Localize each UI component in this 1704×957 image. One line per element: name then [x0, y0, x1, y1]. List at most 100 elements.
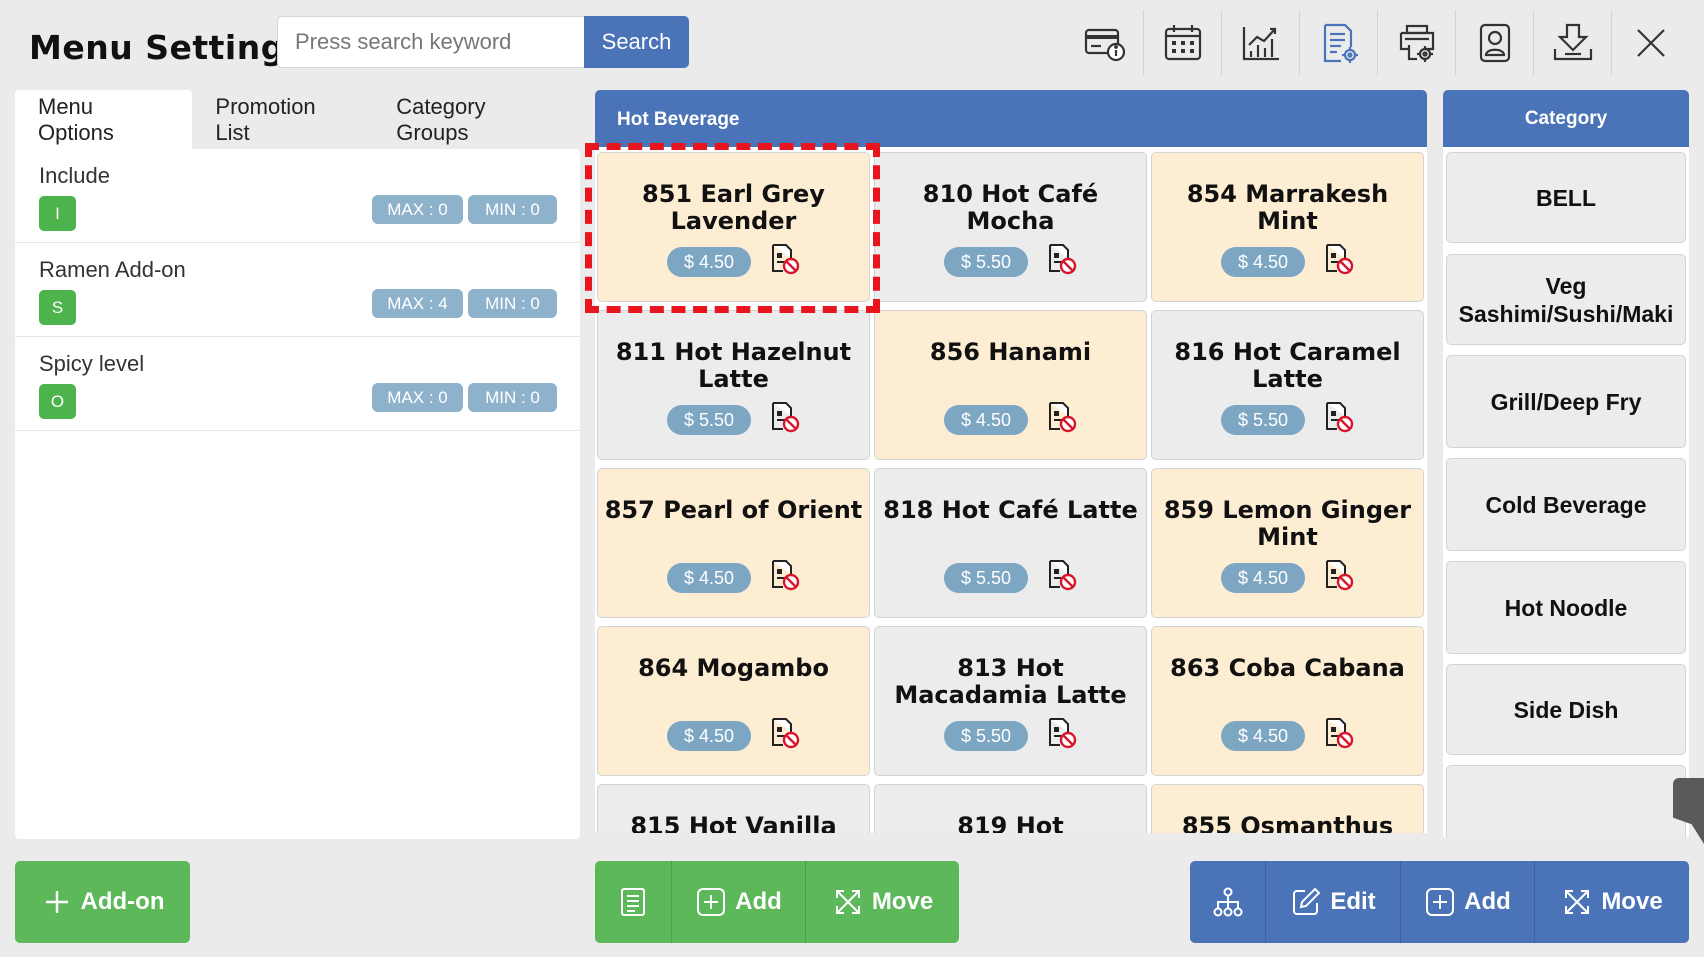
menu-item-name: 815 Hot Vanilla [630, 812, 837, 834]
category-header: Category [1443, 90, 1689, 147]
profile-icon[interactable] [1456, 10, 1534, 76]
no-image-document-icon[interactable] [1323, 559, 1355, 591]
menu-category-header: Hot Beverage [595, 90, 1427, 147]
category-item-bell[interactable]: BELL [1446, 152, 1686, 243]
menu-item-card[interactable]: 816 Hot Caramel Latte $ 5.50 [1151, 310, 1424, 460]
category-action-group: Edit Add Move [1190, 861, 1689, 943]
price-badge: $ 4.50 [1221, 247, 1305, 277]
no-image-document-icon[interactable] [1046, 401, 1078, 433]
no-image-document-icon[interactable] [769, 717, 801, 749]
min-badge: MIN : 0 [468, 289, 557, 318]
menu-item-card[interactable]: 818 Hot Café Latte $ 5.50 [874, 468, 1147, 618]
min-badge: MIN : 0 [468, 383, 557, 412]
menu-add-label: Add [735, 888, 782, 915]
menu-item-name: 863 Coba Cabana [1170, 654, 1405, 682]
price-badge: $ 5.50 [667, 405, 751, 435]
no-image-document-icon[interactable] [769, 401, 801, 433]
menu-item-card[interactable]: 811 Hot Hazelnut Latte $ 5.50 [597, 310, 870, 460]
toolbar [1066, 10, 1690, 76]
price-badge: $ 5.50 [944, 721, 1028, 751]
menu-item-name: 810 Hot Café Mocha [922, 180, 1099, 235]
menu-item-card[interactable]: 863 Coba Cabana $ 4.50 [1151, 626, 1424, 776]
category-item-grill[interactable]: Grill/Deep Fry [1446, 355, 1686, 448]
add-box-icon [1426, 888, 1455, 916]
no-image-document-icon[interactable] [769, 559, 801, 591]
menu-options-panel: Include I MAX : 0 MIN : 0 Ramen Add-on S… [15, 149, 580, 839]
option-label: Spicy level [39, 351, 145, 376]
edit-icon [1293, 887, 1321, 915]
tab-category-groups[interactable]: Category Groups [373, 90, 580, 149]
category-add-button[interactable]: Add [1401, 861, 1535, 943]
tab-promotion-list[interactable]: Promotion List [192, 90, 373, 149]
menu-item-card[interactable]: 854 Marrakesh Mint $ 4.50 [1151, 152, 1424, 302]
menu-action-group: Add Move [595, 861, 959, 943]
menu-item-name: 816 Hot Caramel Latte [1174, 338, 1401, 393]
menu-add-button[interactable]: Add [672, 861, 806, 943]
no-image-document-icon[interactable] [1323, 717, 1355, 749]
no-image-document-icon[interactable] [1323, 401, 1355, 433]
menu-move-button[interactable]: Move [806, 861, 959, 943]
category-item-cold-beverage[interactable]: Cold Beverage [1446, 458, 1686, 551]
category-move-label: Move [1601, 888, 1663, 915]
search-bar: Search [277, 16, 689, 68]
close-icon[interactable] [1612, 10, 1690, 76]
hierarchy-button[interactable] [1190, 861, 1266, 943]
no-image-document-icon[interactable] [1046, 559, 1078, 591]
card-info-icon[interactable] [1066, 10, 1144, 76]
menu-item-card[interactable]: 815 Hot Vanilla [597, 784, 870, 833]
menu-item-card[interactable]: 810 Hot Café Mocha $ 5.50 [874, 152, 1147, 302]
menu-item-name: 857 Pearl of Orient [604, 496, 863, 524]
search-input[interactable] [277, 16, 584, 68]
menu-item-card[interactable]: 864 Mogambo $ 4.50 [597, 626, 870, 776]
category-edit-button[interactable]: Edit [1266, 861, 1401, 943]
menu-item-card[interactable]: 851 Earl Grey Lavender $ 4.50 [597, 152, 870, 302]
menu-item-name: 811 Hot Hazelnut Latte [615, 338, 852, 393]
plus-icon [45, 891, 68, 913]
menu-item-card[interactable]: 813 Hot Macadamia Latte $ 5.50 [874, 626, 1147, 776]
calendar-icon[interactable] [1144, 10, 1222, 76]
min-badge: MIN : 0 [468, 195, 557, 224]
menu-item-name: 864 Mogambo [638, 654, 829, 682]
menu-item-card[interactable]: 857 Pearl of Orient $ 4.50 [597, 468, 870, 618]
option-row-include[interactable]: Include I MAX : 0 MIN : 0 [15, 149, 580, 243]
option-row-spicy-level[interactable]: Spicy level O MAX : 0 MIN : 0 [15, 337, 580, 431]
menu-item-grid: 851 Earl Grey Lavender $ 4.50 810 Hot Café… [595, 147, 1427, 833]
menu-item-name: 818 Hot Café Latte [883, 496, 1138, 524]
no-image-document-icon[interactable] [1046, 717, 1078, 749]
tab-menu-options[interactable]: Menu Options [15, 90, 193, 149]
no-image-document-icon[interactable] [769, 243, 801, 275]
menu-item-card[interactable]: 855 Osmanthus [1151, 784, 1424, 833]
category-item-veg-sashimi[interactable]: Veg Sashimi/Sushi/Maki [1446, 254, 1686, 345]
option-label: Include [39, 163, 110, 188]
add-on-label: Add-on [80, 888, 165, 915]
menu-item-name: 851 Earl Grey Lavender [642, 180, 825, 235]
category-item-partial[interactable] [1446, 765, 1686, 837]
printer-settings-icon[interactable] [1378, 10, 1456, 76]
search-button[interactable]: Search [584, 16, 689, 68]
category-move-button[interactable]: Move [1535, 861, 1689, 943]
document-settings-icon[interactable] [1300, 10, 1378, 76]
menu-item-name: 813 Hot Macadamia Latte [894, 654, 1127, 709]
move-icon [1565, 890, 1590, 914]
menu-item-card[interactable]: 819 Hot [874, 784, 1147, 833]
option-row-ramen-add-on[interactable]: Ramen Add-on S MAX : 4 MIN : 0 [15, 243, 580, 337]
menu-item-card[interactable]: 856 Hanami $ 4.50 [874, 310, 1147, 460]
category-list: BELL Veg Sashimi/Sushi/Maki Grill/Deep F… [1443, 147, 1689, 837]
category-item-hot-noodle[interactable]: Hot Noodle [1446, 561, 1686, 654]
download-icon[interactable] [1534, 10, 1612, 76]
menu-item-card[interactable]: 859 Lemon Ginger Mint $ 4.50 [1151, 468, 1424, 618]
list-view-button[interactable] [595, 861, 672, 943]
add-on-button[interactable]: Add-on [15, 861, 190, 943]
category-add-label: Add [1464, 888, 1511, 915]
hierarchy-icon [1213, 887, 1242, 917]
category-item-side-dish[interactable]: Side Dish [1446, 664, 1686, 755]
menu-item-name: 859 Lemon Ginger Mint [1163, 496, 1412, 551]
add-box-icon [697, 888, 726, 916]
no-image-document-icon[interactable] [1323, 243, 1355, 275]
no-image-document-icon[interactable] [1046, 243, 1078, 275]
chart-icon[interactable] [1222, 10, 1300, 76]
menu-item-name: 856 Hanami [929, 338, 1092, 366]
tab-bar: Menu Options Promotion List Category Gro… [15, 90, 580, 149]
price-badge: $ 4.50 [667, 721, 751, 751]
page-title: Menu Setting [29, 28, 285, 67]
